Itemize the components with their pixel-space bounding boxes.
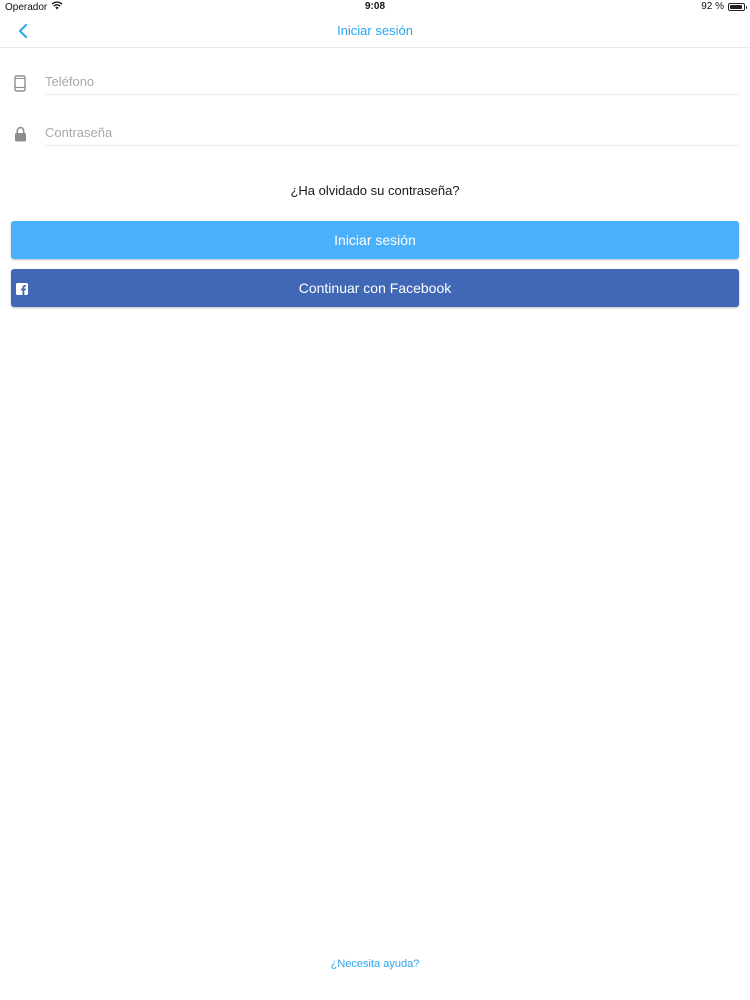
- phone-field: [0, 61, 750, 101]
- help-link[interactable]: ¿Necesita ayuda?: [0, 958, 750, 970]
- password-field: [0, 112, 750, 152]
- status-bar: Operador 9:08 92 %: [0, 0, 750, 14]
- facebook-icon: [16, 282, 28, 295]
- password-input[interactable]: [45, 124, 740, 146]
- status-right: 92 %: [701, 1, 747, 12]
- lock-icon: [12, 125, 28, 143]
- battery-percent: 92 %: [701, 1, 724, 12]
- status-time: 9:08: [364, 1, 385, 12]
- battery-fill: [730, 4, 742, 9]
- login-button[interactable]: Iniciar sesión: [11, 221, 739, 259]
- forgot-password-link[interactable]: ¿Ha olvidado su contraseña?: [0, 183, 750, 198]
- battery-icon: [728, 2, 747, 11]
- phone-input[interactable]: [45, 73, 740, 95]
- nav-bar: Iniciar sesión: [0, 14, 750, 48]
- phone-icon: [12, 74, 28, 92]
- page-title: Iniciar sesión: [337, 23, 413, 38]
- facebook-login-button[interactable]: Continuar con Facebook: [11, 269, 739, 307]
- facebook-button-label: Continuar con Facebook: [298, 280, 452, 296]
- login-button-label: Iniciar sesión: [334, 232, 416, 248]
